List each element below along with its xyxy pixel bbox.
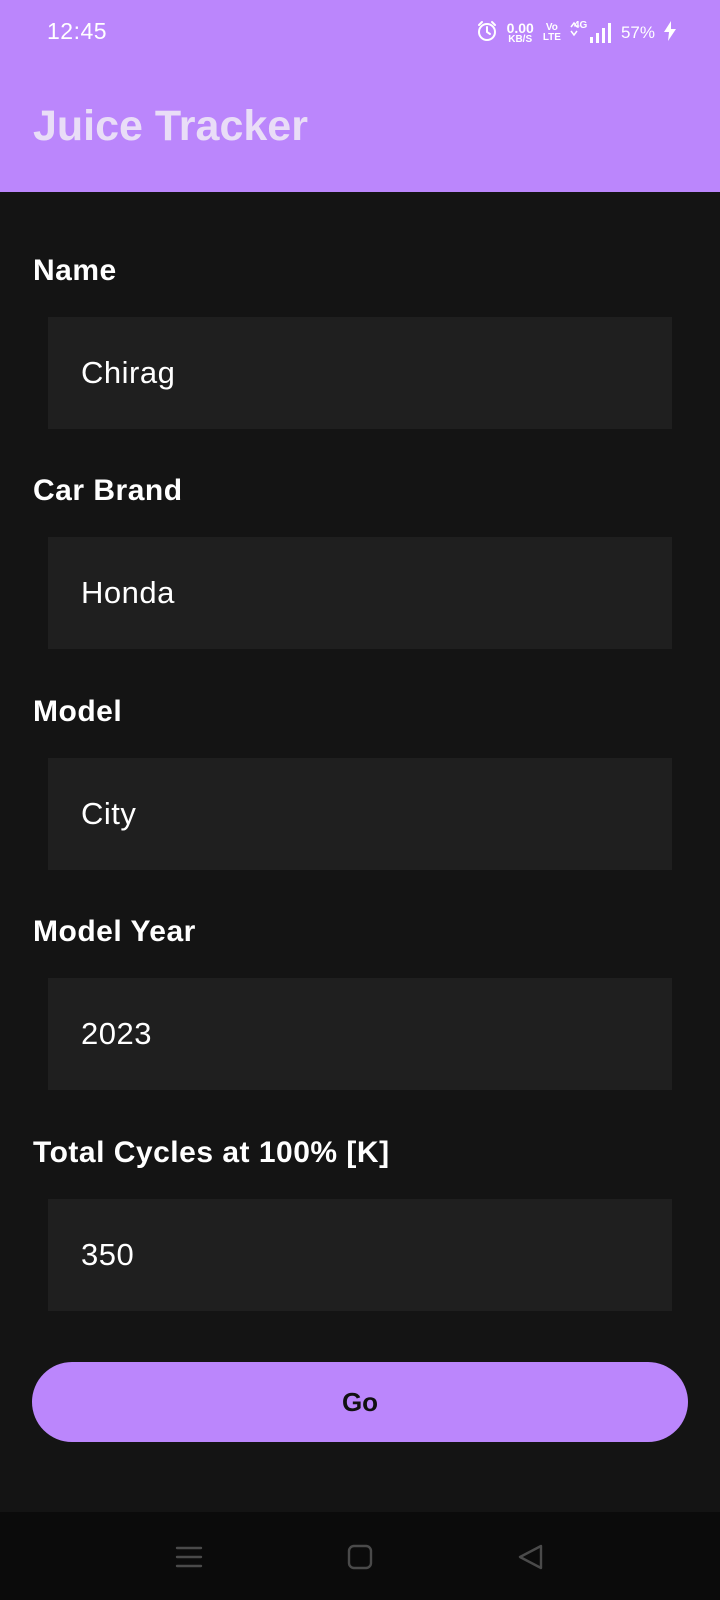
alarm-icon — [476, 20, 498, 47]
total-cycles-field[interactable] — [48, 1199, 672, 1311]
back-icon[interactable] — [516, 1542, 546, 1572]
navigation-bar — [0, 1512, 720, 1600]
app-bar: Juice Tracker — [0, 64, 720, 192]
status-bar: 12:45 0.00 KB/S Vo LTE 4G 57% — [0, 0, 720, 64]
battery-percent: 57% — [620, 23, 655, 42]
status-time: 12:45 — [47, 18, 108, 44]
model-year-label: Model Year — [33, 915, 196, 948]
home-icon[interactable] — [345, 1542, 375, 1572]
name-label: Name — [33, 254, 117, 287]
model-year-field[interactable] — [48, 978, 672, 1090]
total-cycles-label: Total Cycles at 100% [K] — [33, 1136, 390, 1169]
net-speed: 0.00 KB/S — [507, 21, 534, 45]
name-field[interactable] — [48, 317, 672, 429]
net-speed-value: 0.00 — [506, 20, 534, 36]
app-title: Juice Tracker — [33, 102, 308, 150]
menu-icon[interactable] — [174, 1542, 204, 1572]
status-icons: 0.00 KB/S Vo LTE 4G 57% — [476, 18, 676, 48]
net-speed-unit: KB/S — [508, 34, 533, 45]
volte-bottom: LTE — [542, 32, 561, 43]
model-label: Model — [33, 695, 123, 728]
signal-icon: 4G — [570, 20, 612, 45]
car-brand-label: Car Brand — [33, 474, 183, 507]
volte-indicator: Vo LTE — [543, 23, 561, 43]
charging-bolt-icon — [664, 20, 676, 46]
model-field[interactable] — [48, 758, 672, 870]
go-button[interactable]: Go — [32, 1362, 688, 1442]
form: Name Car Brand Model Model Year Total Cy… — [0, 192, 720, 1512]
car-brand-field[interactable] — [48, 537, 672, 649]
